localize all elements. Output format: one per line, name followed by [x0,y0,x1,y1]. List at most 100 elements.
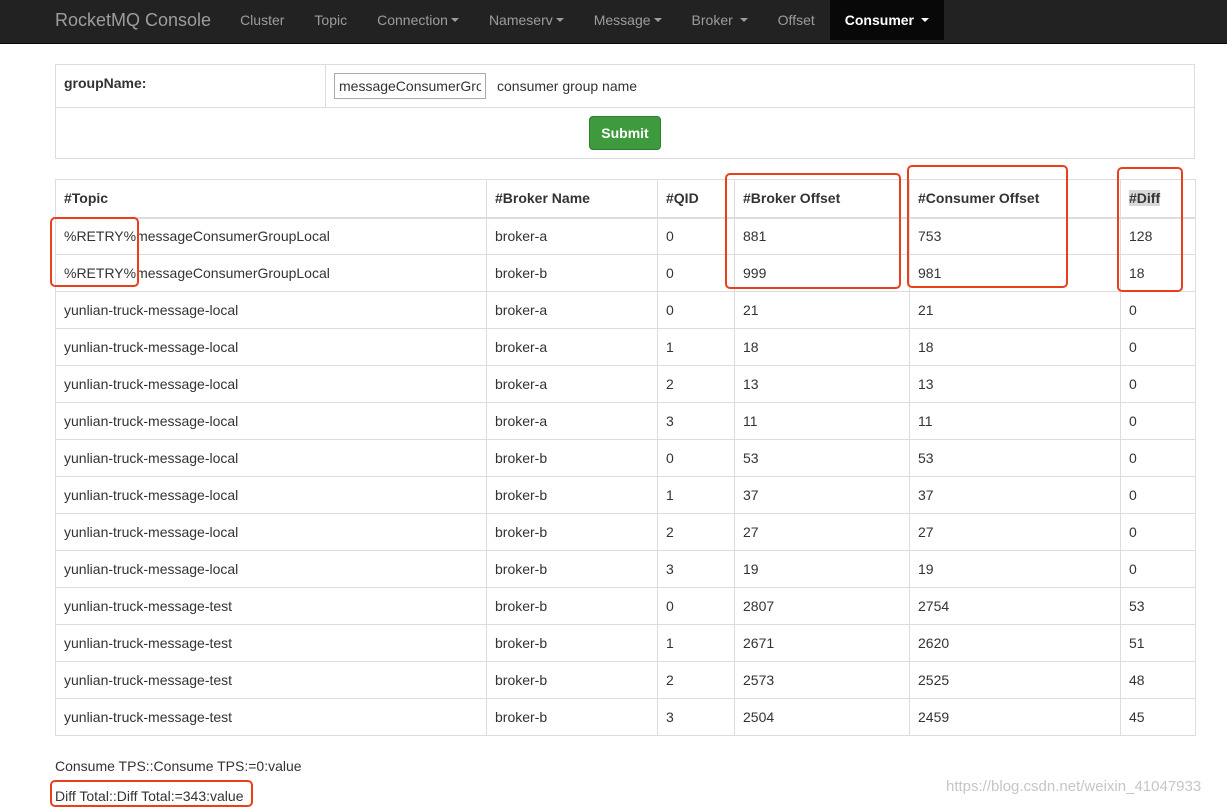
nav-broker-label: Broker [691,12,737,28]
cell-broker-offset: 18 [734,328,910,366]
cell-diff: 53 [1120,587,1196,625]
group-name-input[interactable] [334,73,486,99]
nav-consumer[interactable]: Consumer [829,0,944,40]
nav-offset[interactable]: Offset [763,0,830,40]
cell-consumer-offset: 2620 [909,624,1121,662]
nav-broker[interactable]: Broker [677,0,763,40]
cell-broker-offset: 53 [734,439,910,477]
chevron-down-icon [450,18,459,22]
table-row: yunlian-truck-message-local broker-a 2 13 13… [55,365,1196,403]
table-row: yunlian-truck-message-test broker-b 3 2504 2… [55,698,1196,736]
group-name-input-cell: consumer group name [326,65,1194,107]
cell-broker-name: broker-a [486,365,658,403]
cell-broker-offset: 27 [734,513,910,551]
group-name-label: groupName: [56,65,326,107]
table-row: yunlian-truck-message-local broker-a 1 18 18… [55,328,1196,366]
cell-diff: 0 [1120,328,1196,366]
cell-qid: 1 [657,328,735,366]
cell-broker-offset: 11 [734,402,910,440]
cell-broker-offset: 2504 [734,698,910,736]
nav-cluster[interactable]: Cluster [225,0,299,40]
nav-connection-label: Connection [377,12,448,28]
table-row: yunlian-truck-message-local broker-a 0 21 21… [55,291,1196,329]
cell-broker-offset: 881 [734,217,910,255]
main-nav: Cluster Topic Connection Nameserv Messag… [225,0,944,40]
cell-broker-offset: 21 [734,291,910,329]
cell-diff: 0 [1120,513,1196,551]
cell-diff: 0 [1120,550,1196,588]
table-row: yunlian-truck-message-local broker-a 3 11 11… [55,402,1196,440]
cell-diff: 0 [1120,402,1196,440]
cell-topic: %RETRY%messageConsumerGroupLocal [55,217,487,255]
table-header-row: #Topic #Broker Name #QID #Broker Offset … [55,179,1196,219]
nav-message[interactable]: Message [579,0,677,40]
cell-broker-name: broker-b [486,698,658,736]
cell-diff: 51 [1120,624,1196,662]
group-name-hint: consumer group name [497,78,638,94]
cell-diff: 0 [1120,291,1196,329]
cell-qid: 0 [657,439,735,477]
table-row: yunlian-truck-message-test broker-b 0 2807 2… [55,587,1196,625]
cell-consumer-offset: 981 [909,254,1121,292]
query-form: groupName: consumer group name Submit [55,64,1195,159]
table-row: yunlian-truck-message-test broker-b 2 2573 2… [55,661,1196,699]
top-navbar: RocketMQ Console Cluster Topic Connectio… [0,0,1227,44]
cell-topic: yunlian-truck-message-local [55,550,487,588]
nav-message-label: Message [593,12,651,28]
header-diff: #Diff [1120,179,1196,219]
cell-topic: yunlian-truck-message-test [55,698,487,736]
cell-topic: yunlian-truck-message-test [55,661,487,699]
nav-topic[interactable]: Topic [299,0,362,40]
cell-broker-offset: 2573 [734,661,910,699]
cell-qid: 2 [657,661,735,699]
nav-cluster-label: Cluster [240,12,285,28]
cell-topic: %RETRY%messageConsumerGroupLocal [55,254,487,292]
cell-diff: 128 [1120,217,1196,255]
cell-consumer-offset: 753 [909,217,1121,255]
nav-topic-label: Topic [314,12,348,28]
cell-qid: 3 [657,402,735,440]
chevron-down-icon [653,18,662,22]
table-body: %RETRY%messageConsumerGroupLocal broker-a… [55,217,1196,736]
cell-consumer-offset: 21 [909,291,1121,329]
header-qid: #QID [657,179,735,219]
cell-broker-offset: 37 [734,476,910,514]
cell-qid: 2 [657,513,735,551]
brand-logo[interactable]: RocketMQ Console [0,0,225,40]
chevron-down-icon [555,18,564,22]
cell-qid: 0 [657,587,735,625]
table-row: yunlian-truck-message-local broker-b 3 19 19… [55,550,1196,588]
cell-qid: 1 [657,624,735,662]
cell-qid: 3 [657,550,735,588]
table-row: %RETRY%messageConsumerGroupLocal broker-a… [55,217,1196,255]
nav-nameserv-label: Nameserv [488,12,553,28]
chevron-down-icon [920,18,929,22]
cell-diff: 48 [1120,661,1196,699]
cell-topic: yunlian-truck-message-local [55,439,487,477]
cell-broker-name: broker-b [486,624,658,662]
cell-broker-name: broker-b [486,513,658,551]
consumer-offset-table: #Topic #Broker Name #QID #Broker Offset … [55,179,1196,736]
chevron-down-icon [739,18,748,22]
watermark: https://blog.csdn.net/weixin_41047933 [946,778,1202,795]
cell-consumer-offset: 2525 [909,661,1121,699]
table-row: yunlian-truck-message-test broker-b 1 2671 2… [55,624,1196,662]
cell-diff: 0 [1120,476,1196,514]
cell-consumer-offset: 53 [909,439,1121,477]
nav-connection[interactable]: Connection [362,0,474,40]
cell-consumer-offset: 18 [909,328,1121,366]
cell-broker-name: broker-a [486,402,658,440]
cell-topic: yunlian-truck-message-local [55,476,487,514]
header-diff-label: #Diff [1129,190,1161,207]
cell-consumer-offset: 19 [909,550,1121,588]
cell-consumer-offset: 27 [909,513,1121,551]
submit-button[interactable]: Submit [589,116,661,150]
nav-nameserv[interactable]: Nameserv [474,0,579,40]
query-row: groupName: consumer group name [56,65,1194,108]
table-row: yunlian-truck-message-local broker-b 0 53 53… [55,439,1196,477]
header-consumer-offset: #Consumer Offset [909,179,1121,219]
nav-consumer-label: Consumer [844,12,918,28]
cell-qid: 0 [657,254,735,292]
cell-consumer-offset: 13 [909,365,1121,403]
consume-tps-text: Consume TPS::Consume TPS:=0:value [55,758,302,774]
